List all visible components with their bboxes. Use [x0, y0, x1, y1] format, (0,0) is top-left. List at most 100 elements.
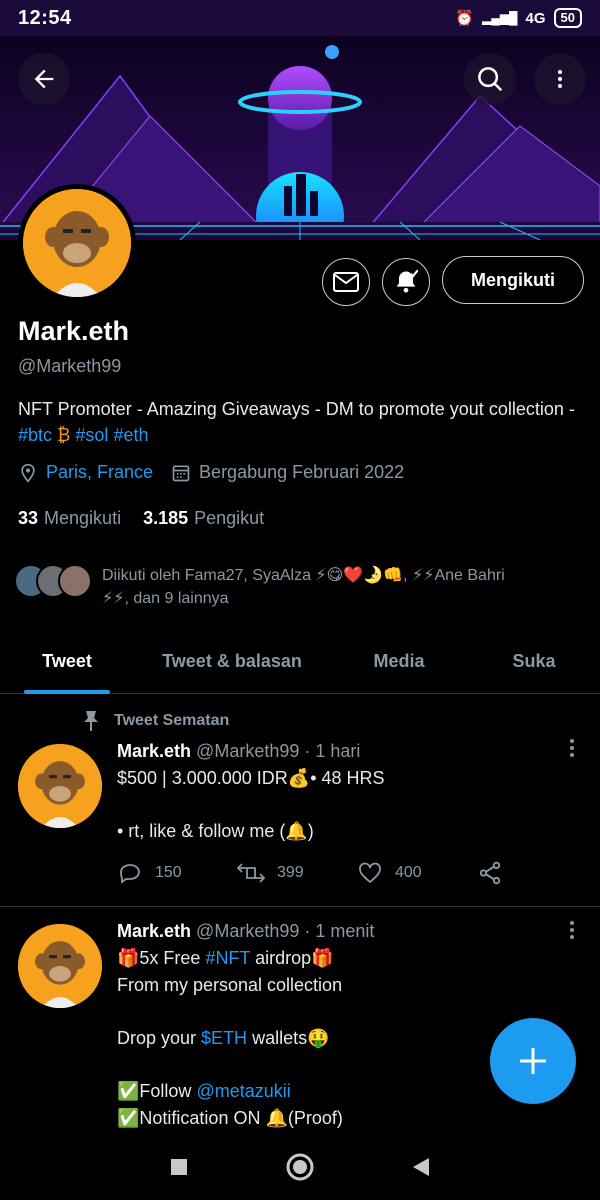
- text-part: ✅Follow: [117, 1081, 197, 1101]
- tweet-avatar[interactable]: [18, 744, 102, 828]
- tab-label: Tweet: [42, 651, 92, 671]
- profile-tabs: Tweet Tweet & balasan Media Suka: [0, 630, 600, 694]
- tweet-text-line: 🎁5x Free #NFT airdrop🎁: [117, 945, 577, 972]
- location-link[interactable]: Paris, France: [46, 462, 153, 483]
- location-pin-icon: [21, 463, 35, 483]
- followed-by-line2: ⚡⚡, dan 9 lainnya: [102, 590, 229, 607]
- profile-avatar[interactable]: [18, 184, 136, 302]
- pin-icon: [84, 711, 98, 731]
- tweet-author-name[interactable]: Mark.eth: [117, 921, 191, 941]
- more-vertical-icon: [558, 70, 562, 88]
- status-bar: 12:54 ⏰ ▂▄▆█ 4G 50: [0, 0, 600, 36]
- more-vertical-icon: [570, 921, 574, 939]
- tab-tweet[interactable]: Tweet: [0, 630, 134, 694]
- tab-likes[interactable]: Suka: [468, 630, 600, 693]
- tweet-more-button[interactable]: [568, 920, 576, 946]
- tweet-pinned[interactable]: Tweet Sematan Mark.eth @Marketh99 · 1 ha…: [0, 700, 600, 906]
- reply-icon: [120, 864, 140, 884]
- back-arrow-icon: [34, 69, 54, 89]
- bitcoin-icon: ₿: [57, 425, 71, 445]
- tab-media[interactable]: Media: [330, 630, 468, 693]
- tab-label: Tweet & balasan: [162, 651, 302, 671]
- bio-tag-eth[interactable]: #eth: [113, 425, 148, 445]
- followers-stat[interactable]: 3.185 Pengikut: [143, 508, 264, 529]
- tweet-time: · 1 menit: [304, 921, 375, 941]
- bio-tag-sol[interactable]: #sol: [75, 425, 108, 445]
- search-icon: [478, 67, 503, 92]
- retweet-button[interactable]: 399: [237, 861, 357, 885]
- system-nav-bar: [0, 1134, 600, 1200]
- reply-count: 150: [155, 864, 182, 881]
- signal-icon: ▂▄▆█: [482, 11, 518, 25]
- tweet-author-name[interactable]: Mark.eth: [117, 741, 191, 761]
- tweet-text-line: $500 | 3.000.000 IDR💰• 48 HRS: [117, 768, 385, 788]
- tweet-actions: 150 399 400: [117, 860, 597, 886]
- network-label: 4G: [525, 9, 546, 27]
- pinned-label: Tweet Sematan: [114, 712, 230, 729]
- mail-icon: [333, 272, 359, 292]
- search-button[interactable]: [464, 53, 516, 105]
- divider: [0, 906, 600, 907]
- mention-link[interactable]: @metazukii: [196, 1081, 290, 1101]
- profile-bio: NFT Promoter - Amazing Giveaways - DM to…: [18, 396, 578, 448]
- tab-tweet-replies[interactable]: Tweet & balasan: [134, 630, 330, 693]
- home-circle-icon[interactable]: [285, 1152, 315, 1182]
- reply-button[interactable]: 150: [117, 861, 237, 885]
- tweet-author-handle: @Marketh99: [196, 921, 300, 941]
- back-button[interactable]: [18, 53, 70, 105]
- more-vertical-icon: [570, 739, 574, 757]
- status-time: 12:54: [18, 6, 72, 29]
- share-button[interactable]: [477, 860, 597, 886]
- tweet-text-line: From my personal collection: [117, 975, 343, 995]
- text-part: Drop your: [117, 1028, 202, 1048]
- retweet-icon: [237, 863, 265, 883]
- tweet-more-button[interactable]: [568, 738, 576, 764]
- calendar-icon: [172, 465, 190, 481]
- like-button[interactable]: 400: [357, 861, 477, 885]
- cashtag-link[interactable]: $ETH: [201, 1028, 247, 1048]
- followers-count: 3.185: [143, 508, 189, 528]
- profile-meta: Paris, France Bergabung Februari 2022: [18, 462, 404, 483]
- text-part: airdrop🎁: [250, 948, 334, 968]
- followed-by[interactable]: Diikuti oleh Fama27, SyaAlza ⚡😋❤️🌛👊, ⚡⚡A…: [14, 564, 572, 610]
- retweet-count: 399: [277, 864, 304, 881]
- tweet-text-line: ✅Notification ON 🔔(Proof): [117, 1108, 343, 1128]
- active-tab-indicator: [24, 690, 110, 694]
- profile-name: Mark.eth: [18, 316, 130, 346]
- bio-tag-btc[interactable]: #btc: [18, 425, 52, 445]
- back-triangle-icon[interactable]: [411, 1156, 431, 1178]
- following-count: 33: [18, 508, 39, 528]
- tab-label: Suka: [512, 651, 556, 671]
- share-icon: [479, 861, 501, 885]
- like-count: 400: [395, 864, 422, 881]
- joined-date: Bergabung Februari 2022: [199, 462, 405, 482]
- compose-tweet-button[interactable]: [490, 1018, 576, 1104]
- following-stat[interactable]: 33 Mengikuti: [18, 508, 121, 529]
- follower-avatars: [14, 564, 92, 598]
- alarm-icon: ⏰: [455, 10, 475, 27]
- bell-check-icon: [396, 269, 419, 293]
- battery-icon: 50: [553, 8, 582, 28]
- notify-button[interactable]: [382, 258, 430, 306]
- more-options-button[interactable]: [534, 53, 586, 105]
- tweet-avatar[interactable]: [18, 924, 102, 1008]
- profile-stats: 33 Mengikuti 3.185 Pengikut: [18, 508, 264, 529]
- compose-plus-icon: [520, 1048, 546, 1074]
- tweet-author-handle: @Marketh99: [196, 741, 300, 761]
- tweet-text-line: • rt, like & follow me (🔔): [117, 821, 314, 841]
- bio-text: NFT Promoter - Amazing Giveaways - DM to…: [18, 399, 575, 419]
- recents-square-icon[interactable]: [169, 1157, 189, 1177]
- pinned-indicator: Tweet Sematan: [82, 710, 229, 732]
- tweet-header: Mark.eth @Marketh99 · 1 menit: [117, 918, 577, 945]
- text-part: 🎁5x Free: [117, 948, 206, 968]
- following-button[interactable]: Mengikuti: [442, 256, 584, 304]
- followed-by-line1: Diikuti oleh Fama27, SyaAlza ⚡😋❤️🌛👊, ⚡⚡A…: [102, 567, 505, 584]
- message-button[interactable]: [322, 258, 370, 306]
- tweet-item[interactable]: Mark.eth @Marketh99 · 1 menit 🎁5x Free #…: [0, 908, 600, 1138]
- profile-handle: @Marketh99: [18, 356, 122, 376]
- tweet-header: Mark.eth @Marketh99 · 1 hari: [117, 738, 577, 765]
- text-part: wallets🤑: [247, 1028, 330, 1048]
- ape-avatar-image: [23, 189, 131, 297]
- hashtag-link[interactable]: #NFT: [205, 948, 250, 968]
- like-icon: [359, 862, 381, 884]
